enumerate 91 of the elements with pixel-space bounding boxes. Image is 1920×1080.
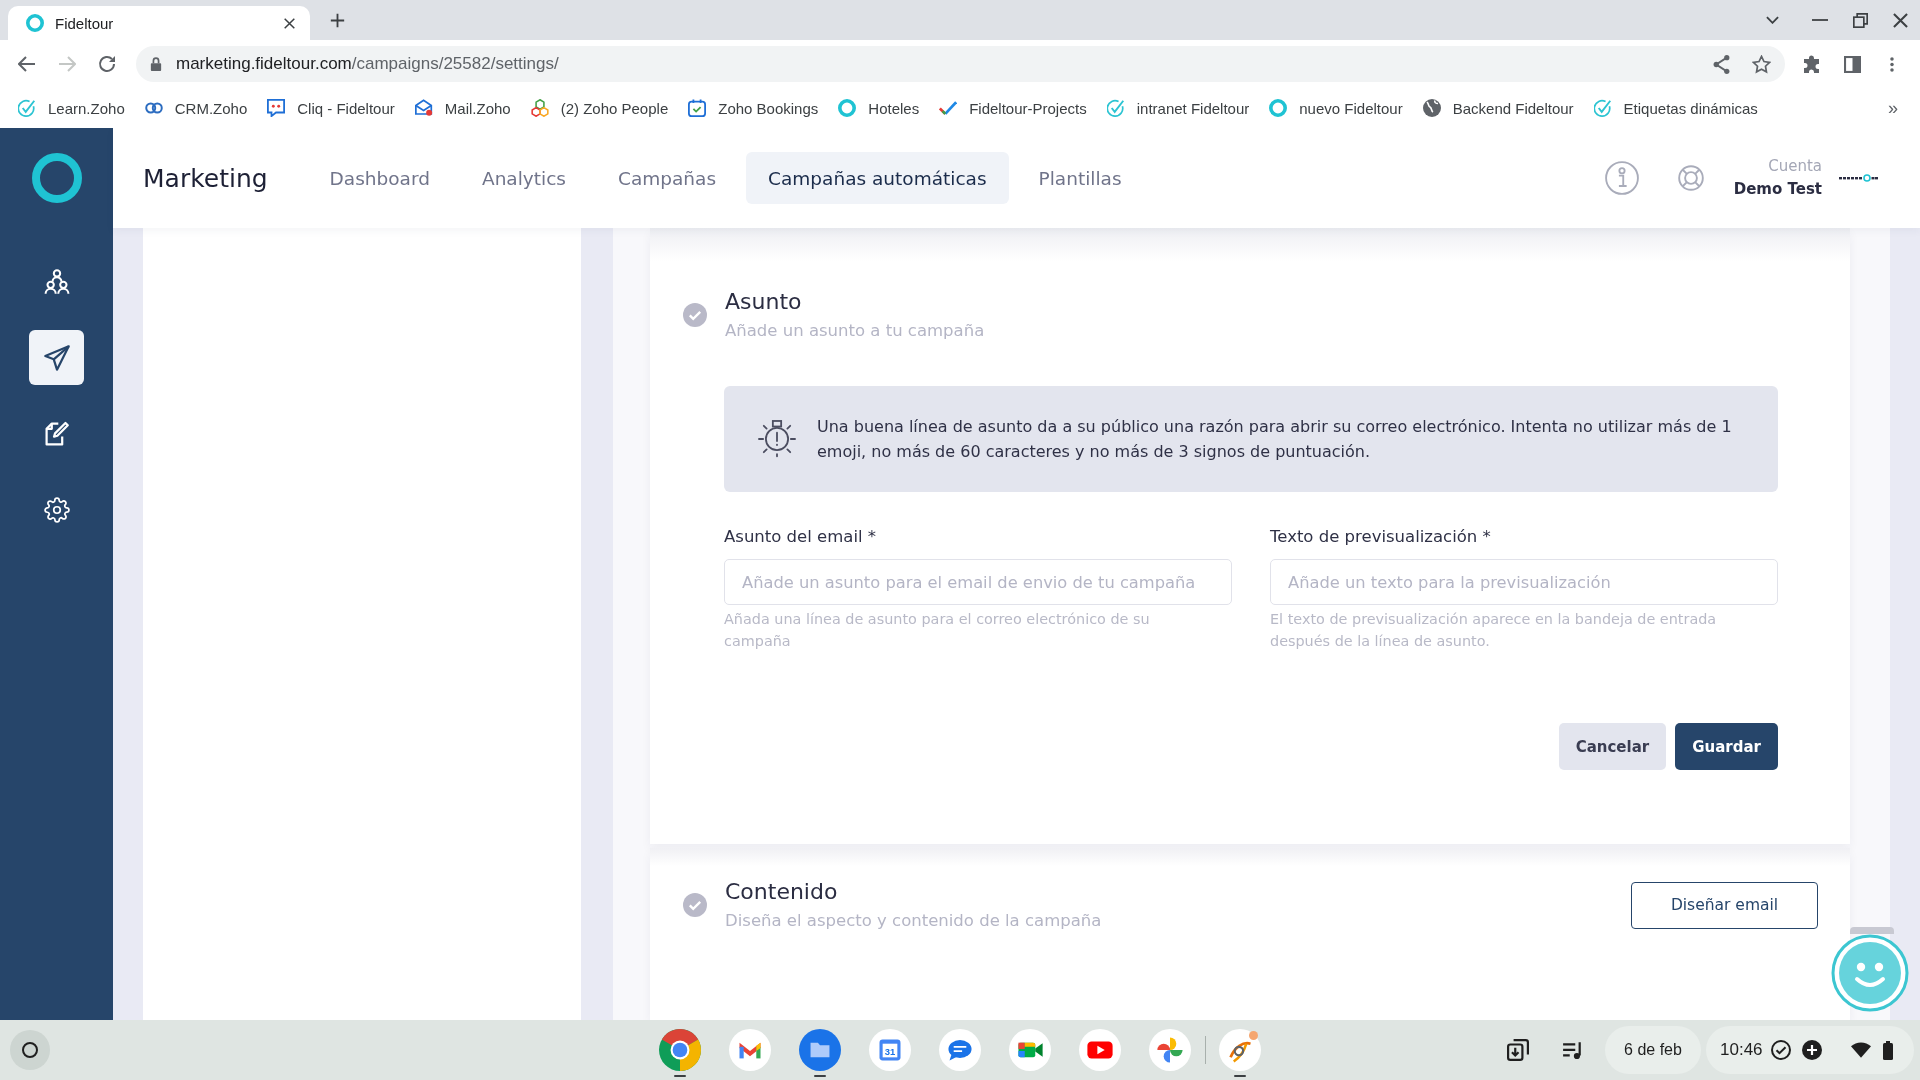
nav-tab[interactable]: Campañas automáticas — [746, 152, 1009, 204]
address-bar[interactable]: marketing.fideltour.com/campaigns/25582/settings/ — [136, 46, 1785, 82]
side-panel-icon[interactable] — [1843, 55, 1861, 73]
check-circle-icon — [683, 893, 707, 917]
brand-logo-icon — [1839, 174, 1878, 182]
reload-icon[interactable] — [98, 55, 116, 73]
field-label: Texto de previsualización * — [1270, 526, 1492, 548]
messages-bubble-icon[interactable] — [939, 1029, 981, 1071]
document-pencil-icon — [43, 420, 70, 447]
field-help-text: Añada una línea de asunto para el correo electrónico de su campaña — [724, 610, 1151, 651]
bookmark-link[interactable]: intranet Fideltour — [1096, 93, 1260, 123]
close-tab-icon[interactable] — [284, 17, 295, 29]
app-title: Marketing — [143, 163, 268, 193]
section-title: Contenido — [725, 878, 839, 906]
bookmark-link[interactable]: CRM.Zoho — [134, 93, 258, 123]
bookmark-link[interactable]: Cliq - Fideltour — [257, 93, 405, 123]
design-email-button[interactable]: Diseñar email — [1631, 881, 1818, 929]
settings-icon — [43, 496, 70, 523]
section-title: Asunto — [725, 288, 803, 316]
bookmark-link[interactable]: (2) Zoho People — [520, 93, 679, 123]
account-label: Cuenta — [1768, 156, 1822, 177]
chrome-icon[interactable] — [659, 1029, 701, 1071]
gmail-icon[interactable] — [729, 1029, 771, 1071]
field-help-text: El texto de previsualización aparece en la bandeja de entrada después de la línea de asunto. — [1270, 610, 1718, 651]
bookmark-link[interactable]: Learn.Zoho — [8, 93, 135, 123]
chat-bubble-icon — [267, 99, 286, 117]
more-vertical-icon[interactable] — [1890, 55, 1894, 73]
video-camera-icon[interactable] — [1009, 1029, 1051, 1071]
nav-tab[interactable]: Analytics — [460, 152, 588, 204]
play-button-icon[interactable] — [1079, 1029, 1121, 1071]
files-folder-icon[interactable] — [799, 1029, 841, 1071]
browser-tab[interactable]: Fideltour — [8, 6, 310, 40]
section-subtitle: Añade un asunto a tu campaña — [725, 320, 986, 342]
check-circle-icon — [1593, 99, 1612, 117]
date-button[interactable]: 6 de feb — [1605, 1026, 1701, 1074]
restore-window-icon[interactable] — [1852, 12, 1868, 28]
logo-ring-icon[interactable] — [31, 153, 82, 203]
bookmark-link[interactable]: Zoho Bookings — [678, 93, 829, 123]
account-name: Demo Test — [1733, 179, 1822, 200]
close-icon[interactable] — [1892, 12, 1908, 28]
status-tray-button[interactable]: 10:46 — [1706, 1026, 1914, 1074]
ring-icon — [838, 99, 857, 117]
lightbulb-alert-icon — [758, 420, 796, 458]
check-circle-icon — [1770, 1040, 1791, 1060]
field-label: Asunto del email * — [724, 526, 878, 548]
check-circle-icon — [683, 303, 707, 327]
puzzle-piece-icon[interactable] — [1803, 54, 1821, 74]
paper-plane-button[interactable] — [29, 330, 84, 385]
launcher-icon[interactable] — [10, 1030, 50, 1070]
pinwheel-icon[interactable] — [1149, 1029, 1191, 1071]
swirl-app-icon[interactable] — [1219, 1029, 1261, 1071]
envelope-icon — [414, 99, 433, 117]
star-icon[interactable] — [1751, 54, 1771, 74]
check-circle-icon — [1106, 99, 1125, 117]
globe-icon — [1422, 99, 1441, 117]
bookmark-link[interactable]: Hoteles — [828, 93, 930, 123]
calendar-icon[interactable]: 31 — [869, 1029, 911, 1071]
chevron-down-icon[interactable] — [1765, 16, 1779, 24]
bookmark-link[interactable]: Etiquetas dinámicas — [1583, 93, 1768, 123]
battery-icon — [1882, 1040, 1893, 1060]
section-subtitle: Diseña el aspecto y contenido de la campaña — [725, 910, 1103, 932]
bookmark-link[interactable]: Backend Fideltour — [1412, 93, 1584, 123]
nav-tab[interactable]: Dashboard — [307, 152, 452, 204]
screen-capture-icon[interactable] — [1507, 1039, 1529, 1061]
more-bookmarks-button[interactable]: » — [1888, 97, 1898, 119]
wifi-icon — [1850, 1042, 1871, 1058]
ring-favicon-icon — [26, 14, 44, 32]
new-tab-icon[interactable] — [330, 12, 345, 28]
cancel-button[interactable]: Cancelar — [1558, 723, 1667, 770]
back-arrow-icon[interactable] — [18, 56, 36, 72]
nav-tab[interactable]: Plantillas — [1016, 152, 1144, 204]
lock-icon — [150, 56, 162, 72]
share-icon[interactable] — [1712, 54, 1730, 74]
clock-time: 10:46 — [1720, 1040, 1763, 1060]
plus-circle-icon — [1801, 1040, 1822, 1060]
people-icon — [43, 268, 70, 295]
media-controls-icon[interactable] — [1561, 1040, 1583, 1060]
tip-text: Una buena línea de asunto da a su público una razón para abrir su correo electrónico. Intenta no utilizar más de 1 emoji, no más de 60 caracteres y no más de 3 signos de puntuación. — [817, 416, 1733, 463]
bookmark-link[interactable]: Fideltour-Projects — [929, 93, 1097, 123]
bookmark-link[interactable]: nuevo Fideltour — [1259, 93, 1413, 123]
bookmark-link[interactable]: Mail.Zoho — [404, 93, 521, 123]
hexagons-icon — [530, 99, 549, 117]
text-input-field[interactable]: Añade un texto para la previsualización — [1270, 559, 1778, 605]
save-button[interactable]: Guardar — [1675, 723, 1778, 770]
checkmark-icon — [939, 99, 958, 117]
calendar-check-icon — [688, 99, 707, 117]
text-input-field[interactable]: Añade un asunto para el email de envio de tu campaña — [724, 559, 1232, 605]
check-circle-icon — [18, 99, 36, 117]
paper-plane-icon — [43, 344, 70, 371]
nav-tab[interactable]: Campañas — [596, 152, 739, 204]
ring-icon — [1269, 99, 1288, 117]
